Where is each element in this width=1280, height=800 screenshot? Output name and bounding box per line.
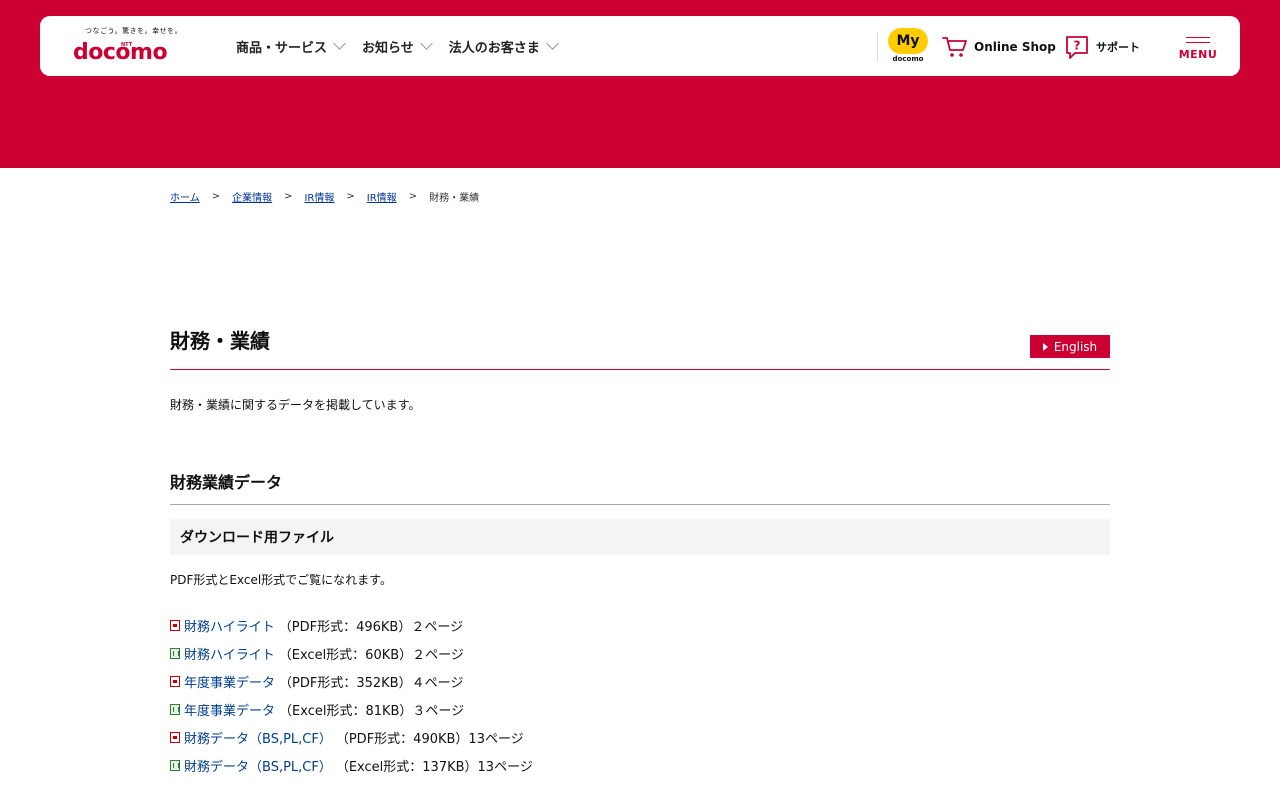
- brand-wordmark: docomo: [73, 40, 168, 65]
- file-link[interactable]: 財務ハイライト: [184, 616, 275, 635]
- menu-button[interactable]: MENU: [1176, 34, 1220, 64]
- list-item: 財務データ（BS,PL,CF） （PDF形式：490KB）13ページ: [170, 723, 533, 751]
- header-divider: [877, 32, 878, 62]
- file-meta: （Excel形式：81KB）３ページ: [279, 703, 465, 719]
- breadcrumb-current: 財務・業績: [429, 193, 480, 204]
- menu-line: [1186, 42, 1210, 43]
- nav-item-label: 法人のお客さま: [448, 40, 540, 56]
- excel-file-icon: [170, 647, 180, 659]
- formats-note: PDF形式とExcel形式でご覧になれます。: [170, 573, 392, 587]
- nav-item-news[interactable]: お知らせ: [362, 37, 433, 56]
- list-item: 財務ハイライト （PDF形式：496KB）２ページ: [170, 611, 533, 639]
- pdf-file-icon: [170, 619, 180, 631]
- cart-icon: [942, 37, 967, 57]
- nav-item-products[interactable]: 商品・サービス: [236, 37, 346, 56]
- nav-item-label: お知らせ: [362, 40, 414, 56]
- section-divider: [170, 504, 1110, 505]
- file-link[interactable]: 財務データ（BS,PL,CF）: [184, 756, 332, 775]
- breadcrumb-separator: >: [346, 191, 355, 202]
- my-docomo-label: docomo: [892, 55, 924, 63]
- breadcrumb: ホーム > 企業情報 > IR情報 > IR情報 > 財務・業績: [170, 189, 479, 204]
- file-meta: （PDF形式：496KB）２ページ: [278, 619, 464, 635]
- pdf-file-icon: [170, 675, 180, 687]
- file-list: 財務ハイライト （PDF形式：496KB）２ページ 財務ハイライト （Excel…: [170, 611, 533, 779]
- my-docomo-badge: My: [888, 28, 928, 54]
- help-icon: ?: [1066, 36, 1088, 59]
- list-item: 年度事業データ （PDF形式：352KB）４ページ: [170, 667, 533, 695]
- file-link[interactable]: 年度事業データ: [184, 700, 275, 719]
- intro-text: 財務・業績に関するデータを掲載しています。: [170, 398, 421, 412]
- breadcrumb-link-ir-2[interactable]: IR情報: [367, 189, 397, 204]
- file-meta: （Excel形式：60KB）２ページ: [278, 647, 464, 663]
- triangle-right-icon: [1042, 342, 1048, 351]
- title-divider: [170, 369, 1110, 370]
- subsection-title: ダウンロード用ファイル: [180, 530, 334, 546]
- chevron-down-icon: [545, 37, 559, 50]
- file-meta: （Excel形式：137KB）13ページ: [335, 759, 533, 775]
- nav-item-business[interactable]: 法人のお客さま: [448, 37, 559, 56]
- page-title: 財務・業績: [170, 329, 270, 353]
- subsection-header: ダウンロード用ファイル: [170, 519, 1110, 555]
- support-link[interactable]: ? サポート: [1064, 34, 1140, 60]
- english-button-label: English: [1053, 339, 1098, 354]
- docomo-logo[interactable]: つなごう。驚きを。幸せを。 NTT docomo: [73, 25, 203, 67]
- brand-tagline: つなごう。驚きを。幸せを。: [85, 27, 183, 35]
- breadcrumb-link-corporate[interactable]: 企業情報: [232, 189, 272, 204]
- file-link[interactable]: 財務ハイライト: [184, 644, 275, 663]
- list-item: 財務ハイライト （Excel形式：60KB）２ページ: [170, 639, 533, 667]
- pdf-file-icon: [170, 731, 180, 743]
- chevron-down-icon: [419, 37, 433, 50]
- english-button[interactable]: English: [1030, 335, 1110, 358]
- site-header: つなごう。驚きを。幸せを。 NTT docomo 商品・サービス お知らせ 法人…: [40, 16, 1240, 76]
- excel-file-icon: [170, 759, 180, 771]
- file-link[interactable]: 年度事業データ: [184, 672, 275, 691]
- file-meta: （PDF形式：352KB）４ページ: [279, 675, 464, 691]
- main-nav: 商品・サービス お知らせ 法人のお客さま: [236, 16, 575, 76]
- breadcrumb-link-home[interactable]: ホーム: [170, 189, 200, 204]
- menu-label: MENU: [1178, 48, 1218, 61]
- breadcrumb-separator: >: [211, 191, 221, 202]
- list-item: 財務データ（BS,PL,CF） （Excel形式：137KB）13ページ: [170, 751, 533, 779]
- my-docomo-button[interactable]: My docomo: [888, 28, 928, 66]
- file-link[interactable]: 財務データ（BS,PL,CF）: [184, 728, 332, 747]
- list-item: 年度事業データ （Excel形式：81KB）３ページ: [170, 695, 533, 723]
- menu-line: [1186, 37, 1210, 38]
- excel-file-icon: [170, 703, 180, 715]
- online-shop-label: Online Shop: [974, 40, 1056, 54]
- chevron-down-icon: [333, 37, 346, 50]
- breadcrumb-separator: >: [284, 191, 293, 202]
- section-title: 財務業績データ: [170, 473, 283, 492]
- breadcrumb-link-ir[interactable]: IR情報: [304, 189, 334, 204]
- file-meta: （PDF形式：490KB）13ページ: [335, 731, 524, 747]
- svg-text:?: ?: [1074, 39, 1081, 53]
- support-label: サポート: [1096, 41, 1140, 54]
- online-shop-link[interactable]: Online Shop: [942, 34, 1056, 60]
- nav-item-label: 商品・サービス: [236, 40, 328, 56]
- breadcrumb-separator: >: [408, 191, 418, 202]
